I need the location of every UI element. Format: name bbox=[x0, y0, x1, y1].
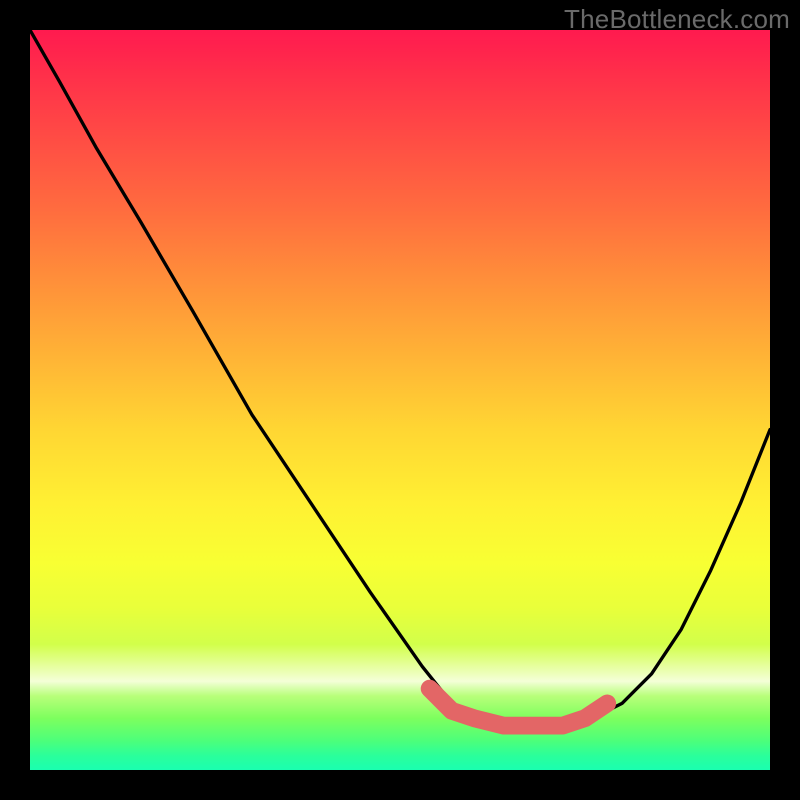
watermark-text: TheBottleneck.com bbox=[564, 4, 790, 35]
plot-area bbox=[30, 30, 770, 770]
gradient-background bbox=[30, 30, 770, 770]
chart-frame: TheBottleneck.com bbox=[0, 0, 800, 800]
